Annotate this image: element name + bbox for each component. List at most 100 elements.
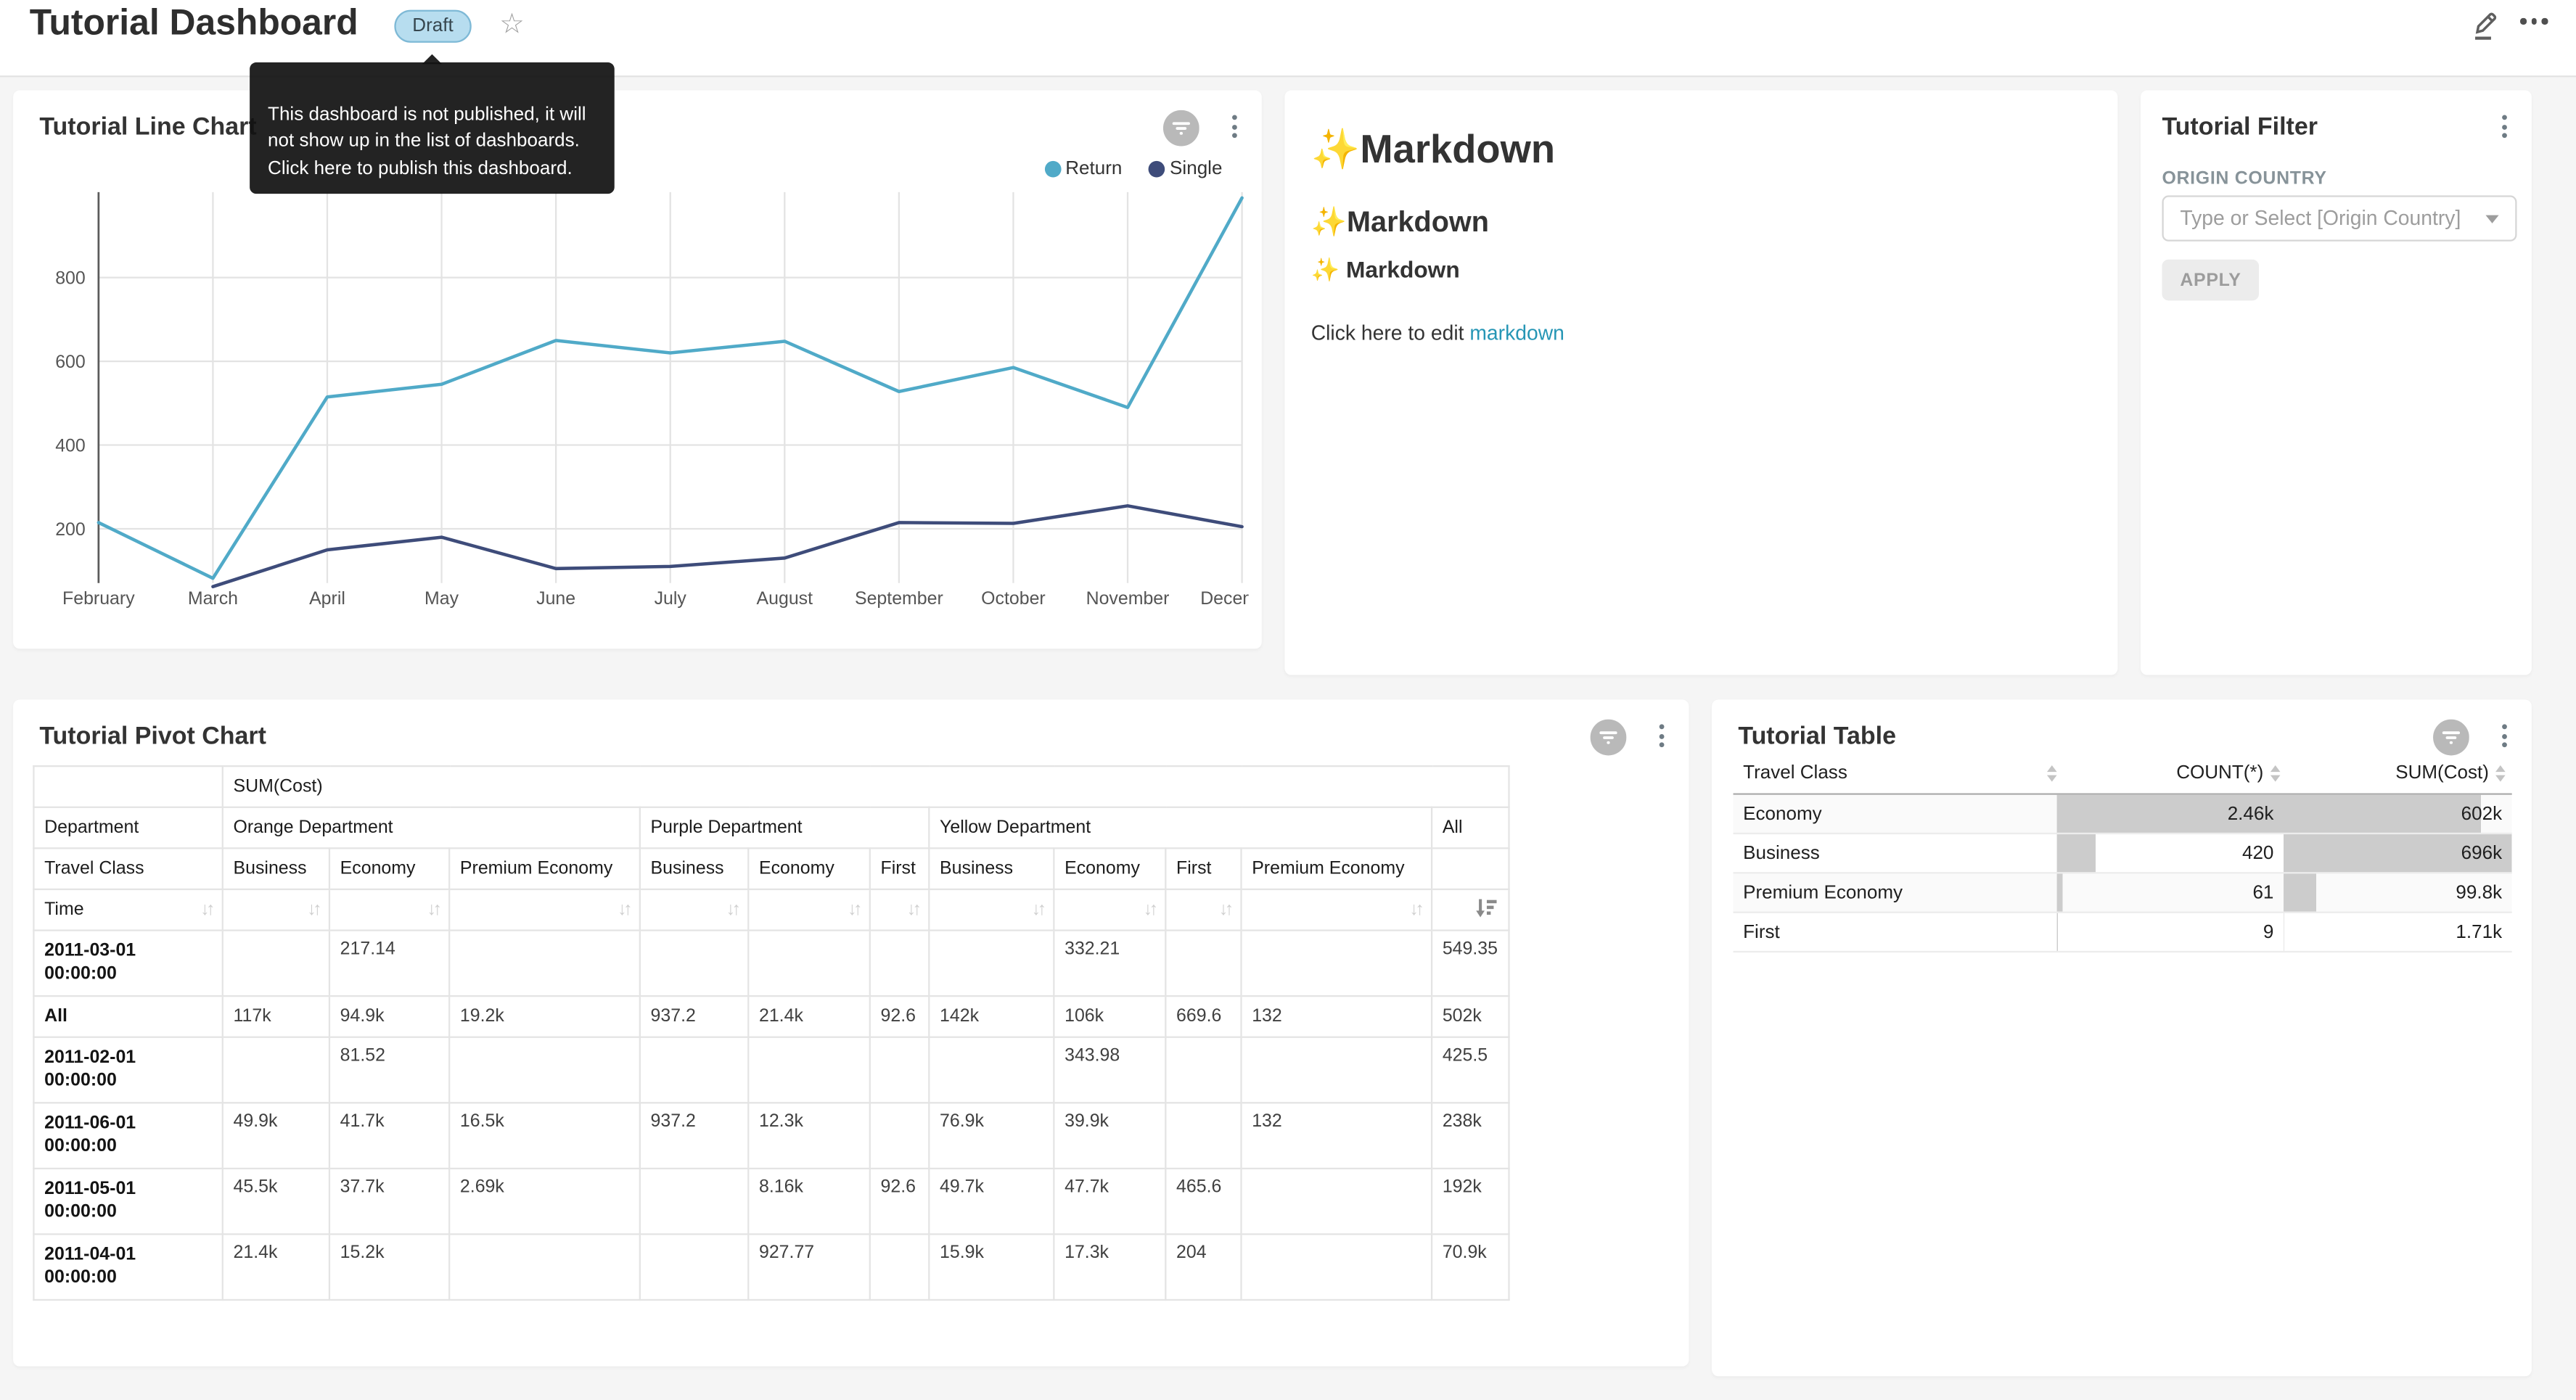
- pivot-cell: [223, 931, 329, 997]
- pivot-sort-cell: ↓↑: [748, 889, 870, 931]
- pivot-cell: 92.6: [870, 996, 930, 1037]
- table-row[interactable]: First91.71k: [1734, 913, 2512, 952]
- sort-icon[interactable]: ↓↑: [1032, 900, 1043, 920]
- table-row[interactable]: Business420696k: [1734, 834, 2512, 873]
- cell-sum-cost: 99.8k: [2284, 873, 2512, 911]
- sort-icon[interactable]: ↓↑: [618, 900, 629, 920]
- pivot-cell: [929, 1037, 1054, 1103]
- sort-icon[interactable]: ↓↑: [307, 900, 319, 920]
- pivot-cell: 21.4k: [223, 1234, 329, 1300]
- column-header-travel-class[interactable]: Travel Class: [1734, 764, 2063, 783]
- cross-filter-icon[interactable]: [1163, 110, 1199, 147]
- edit-dashboard-icon[interactable]: [2468, 8, 2504, 44]
- cell-travel-class: Economy: [1734, 795, 2057, 833]
- favorite-star-icon[interactable]: ☆: [499, 8, 525, 41]
- pivot-cell: 2.69k: [449, 1169, 640, 1235]
- pivot-cell: [748, 1037, 870, 1103]
- pivot-chart-title: Tutorial Pivot Chart: [39, 722, 266, 750]
- pivot-sort-cell: ↓↑: [929, 889, 1054, 931]
- apply-filter-button[interactable]: APPLY: [2162, 260, 2259, 301]
- line-chart-plot[interactable]: 200400600800FebruaryMarchAprilMayJuneJul…: [13, 173, 1249, 649]
- origin-country-select[interactable]: Type or Select [Origin Country]: [2162, 195, 2516, 241]
- pivot-class-row: Travel ClassBusinessEconomyPremium Econo…: [33, 848, 1509, 889]
- filter-card-kebab-menu[interactable]: [2497, 110, 2511, 143]
- pivot-col-header: Economy: [748, 848, 870, 889]
- sort-caret-icon: [2270, 766, 2280, 782]
- pivot-cell: [640, 1037, 748, 1103]
- markdown-heading-1: ✨Markdown: [1311, 126, 1555, 174]
- pivot-cell: 937.2: [640, 1103, 748, 1169]
- cross-filter-icon[interactable]: [1591, 720, 1627, 756]
- pivot-cell: 465.6: [1165, 1169, 1241, 1235]
- pivot-sort-cell: ↓↑: [1054, 889, 1165, 931]
- pivot-chart-card: Tutorial Pivot Chart SUM(Cost)Department…: [13, 699, 1689, 1366]
- table-row[interactable]: Economy2.46k602k: [1734, 795, 2512, 834]
- pivot-cell: 132: [1241, 1103, 1432, 1169]
- pivot-cell: 16.5k: [449, 1103, 640, 1169]
- table-card-kebab-menu[interactable]: [2497, 720, 2511, 752]
- pivot-row-label: 2011-02-01 00:00:00: [33, 1037, 222, 1103]
- pivot-cell: 39.9k: [1054, 1103, 1165, 1169]
- pivot-cell: 19.2k: [449, 996, 640, 1037]
- table-card-title: Tutorial Table: [1738, 722, 1896, 750]
- filter-card: Tutorial Filter ORIGIN COUNTRY Type or S…: [2141, 91, 2532, 675]
- svg-text:400: 400: [55, 436, 86, 456]
- svg-text:June: June: [536, 588, 575, 609]
- svg-text:December: December: [1200, 588, 1248, 609]
- pivot-sort-cell: ↓↑: [223, 889, 329, 931]
- line-chart-kebab-menu[interactable]: [1227, 110, 1242, 143]
- pivot-cell: 17.3k: [1054, 1234, 1165, 1300]
- markdown-edit-link[interactable]: markdown: [1469, 322, 1564, 345]
- svg-text:800: 800: [55, 268, 86, 289]
- pivot-data-row: 2011-02-01 00:00:0081.52343.98425.5: [33, 1037, 1509, 1103]
- svg-text:November: November: [1086, 588, 1170, 609]
- column-header-count[interactable]: COUNT(*): [2062, 764, 2286, 783]
- table-row[interactable]: Premium Economy6199.8k: [1734, 873, 2512, 913]
- sort-icon[interactable]: ↓↑: [427, 900, 439, 920]
- pivot-cell: 192k: [1432, 1169, 1509, 1235]
- svg-text:600: 600: [55, 352, 86, 372]
- sort-icon[interactable]: ↓↑: [1219, 900, 1231, 920]
- dashboard-more-menu[interactable]: [2520, 18, 2547, 24]
- pivot-chart-kebab-menu[interactable]: [1654, 720, 1669, 752]
- pivot-cell: 49.9k: [223, 1103, 329, 1169]
- svg-text:September: September: [855, 588, 943, 609]
- pivot-department-row: DepartmentOrange DepartmentPurple Depart…: [33, 807, 1509, 849]
- legend-item-return[interactable]: Return: [1044, 160, 1123, 179]
- cell-sum-cost: 602k: [2284, 795, 2512, 833]
- pivot-group-header: Orange Department: [223, 807, 640, 849]
- pivot-cell: [1165, 931, 1241, 997]
- pivot-cell: 502k: [1432, 996, 1509, 1037]
- cross-filter-icon[interactable]: [2433, 720, 2469, 756]
- sort-icon[interactable]: ↓↑: [726, 900, 738, 920]
- pivot-cell: 15.9k: [929, 1234, 1054, 1300]
- legend-item-single[interactable]: Single: [1149, 160, 1223, 179]
- svg-text:July: July: [655, 588, 687, 609]
- sort-icon[interactable]: ↓↑: [1144, 900, 1155, 920]
- pivot-cell: 76.9k: [929, 1103, 1054, 1169]
- pivot-sort-cell: ↓↑: [640, 889, 748, 931]
- sort-icon[interactable]: ↓↑: [907, 900, 919, 920]
- pivot-col-header: Business: [223, 848, 329, 889]
- sort-icon[interactable]: ↓↑: [200, 900, 212, 920]
- column-header-sum-cost[interactable]: SUM(Cost): [2286, 764, 2512, 783]
- pivot-cell: 47.7k: [1054, 1169, 1165, 1235]
- data-table: Travel ClassCOUNT(*)SUM(Cost) Economy2.4…: [1734, 754, 2512, 952]
- sort-descending-icon[interactable]: [1475, 897, 1498, 922]
- pivot-dim-label: Travel Class: [33, 848, 222, 889]
- draft-badge[interactable]: Draft: [394, 10, 471, 43]
- pivot-group-header: Yellow Department: [929, 807, 1432, 849]
- sort-icon[interactable]: ↓↑: [1410, 900, 1422, 920]
- pivot-cell: [1241, 1169, 1432, 1235]
- sort-icon[interactable]: ↓↑: [848, 900, 859, 920]
- svg-text:April: April: [309, 588, 345, 609]
- pivot-row-label: All: [33, 996, 222, 1037]
- pivot-cell: 41.7k: [329, 1103, 449, 1169]
- cell-count: 2.46k: [2057, 795, 2284, 833]
- pivot-sort-cell: [1432, 889, 1509, 931]
- pivot-cell: 8.16k: [748, 1169, 870, 1235]
- pivot-cell: [870, 1234, 930, 1300]
- svg-text:February: February: [62, 588, 135, 609]
- pivot-row-label: 2011-04-01 00:00:00: [33, 1234, 222, 1300]
- publish-tooltip[interactable]: This dashboard is not published, it will…: [250, 62, 615, 194]
